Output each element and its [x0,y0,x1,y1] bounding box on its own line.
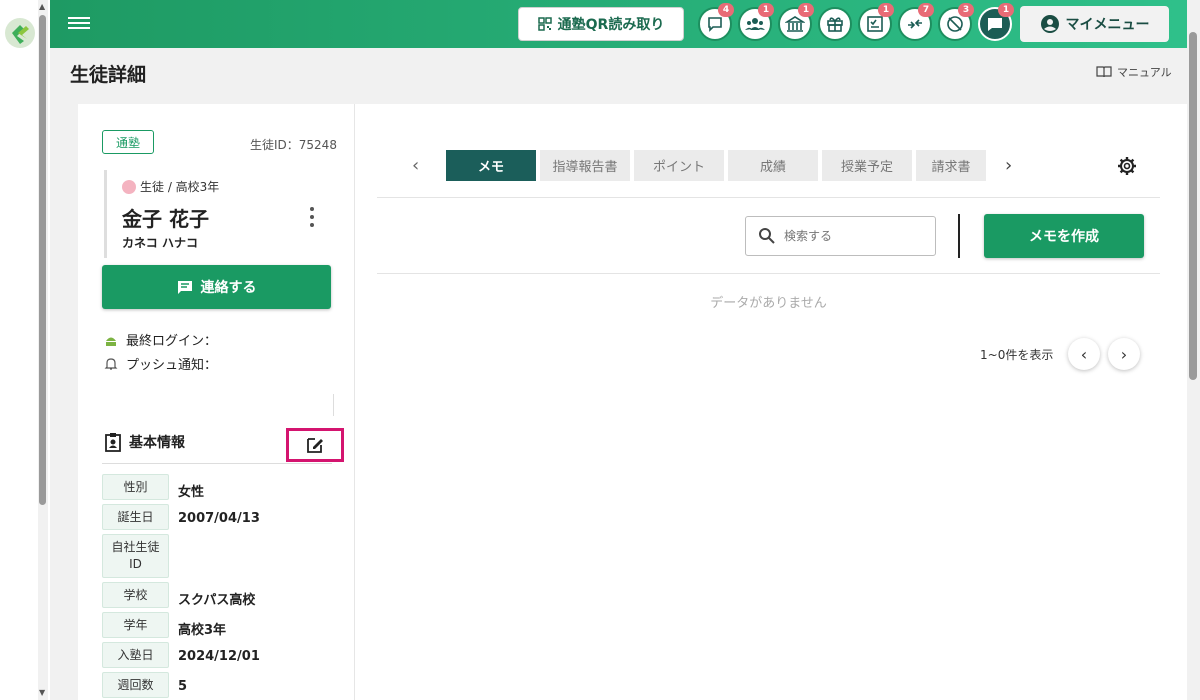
bell-icon [104,357,118,370]
info-label: 学校 [102,582,169,608]
sidebar-scrollbar[interactable]: ▲ ▼ [38,0,48,700]
qr-scan-button[interactable]: 通塾QR読み取り [518,7,684,41]
student-role-label: 生徒 / 高校3年 [140,180,220,194]
search-input[interactable] [784,229,914,243]
qr-scan-label: 通塾QR読み取り [557,17,665,33]
page-title: 生徒詳細 [70,64,147,86]
info-label: 誕生日 [102,504,169,530]
profile-accent-bar [104,170,107,258]
prev-page-button[interactable]: ‹ [1068,338,1100,370]
manual-link[interactable]: マニュアル [1096,64,1172,80]
tab-guidance-report[interactable]: 指導報告書 [540,150,630,181]
divider [377,273,1160,274]
search-field[interactable] [745,216,936,256]
last-login-label: 最終ログイン： [126,334,218,349]
tab-prev-icon[interactable]: ‹ [412,155,419,176]
tab-points[interactable]: ポイント [634,150,724,181]
push-notification-label: プッシュ通知： [126,358,218,373]
info-label: 入塾日 [102,642,169,668]
student-kana: カネコ ハナコ [122,236,198,250]
student-id: 生徒ID：75248 [250,138,337,152]
android-icon [106,337,116,346]
manual-label: マニュアル [1117,66,1172,79]
section-divider [102,463,332,464]
next-page-button[interactable]: › [1108,338,1140,370]
basic-info-title: 基本情報 [129,435,185,451]
notification-badge: 7 [918,3,934,17]
gear-icon[interactable] [1116,155,1138,181]
female-avatar-icon [122,179,136,194]
edit-basic-info-button[interactable] [286,428,344,462]
my-menu-button[interactable]: マイメニュー [1020,6,1169,42]
contact-label: 連絡する [200,280,257,296]
search-icon [759,228,775,244]
edit-icon [307,438,323,453]
more-vert-icon[interactable] [306,207,318,227]
message-icon [177,281,192,294]
message-icon[interactable]: 1 [978,3,1014,41]
checklist-icon[interactable]: 1 [858,3,894,41]
tab-memo[interactable]: メモ [446,150,536,181]
hamburger-menu-icon[interactable] [68,14,90,34]
create-memo-button[interactable]: メモを作成 [984,214,1144,258]
qr-code-icon [537,17,552,31]
info-value: 2024/12/01 [178,649,260,664]
my-menu-label: マイメニュー [1065,17,1150,33]
divider [333,394,334,416]
info-value: 女性 [178,485,205,500]
info-value: 2007/04/13 [178,511,260,526]
push-notification-row: プッシュ通知： [104,354,217,373]
book-icon [1096,66,1112,78]
student-name: 金子 花子 [122,207,209,231]
status-badge: 通塾 [102,130,154,154]
info-label: 週回数 [102,672,169,698]
last-login-row: 最終ログイン： [104,330,217,349]
notification-badge: 4 [718,3,734,17]
pagination-count: 1~0件を表示 [980,348,1054,362]
tab-next-icon[interactable]: › [1005,155,1012,176]
app-logo[interactable] [5,18,35,48]
notification-badge: 1 [998,3,1014,17]
tab-class-schedule[interactable]: 授業予定 [822,150,912,181]
notification-badge: 1 [798,3,814,17]
tab-grades[interactable]: 成績 [728,150,818,181]
info-value: 5 [178,679,188,694]
divider [377,197,1160,198]
notification-badge: 1 [758,3,774,17]
gift-icon[interactable] [818,7,852,41]
transfer-arrows-icon[interactable]: 7 [898,3,934,41]
student-role: 生徒 / 高校3年 [122,178,219,195]
info-label: 学年 [102,612,169,638]
info-value: スクパス高校 [178,593,256,608]
info-label: 自社生徒ID [102,534,169,578]
info-label: 性別 [102,474,169,500]
contact-card-icon [105,433,121,452]
notification-badge: 1 [878,3,894,17]
divider [958,214,960,258]
tab-invoice[interactable]: 請求書 [916,150,986,181]
chat-bubble-icon[interactable]: 4 [698,3,734,41]
basic-info-heading: 基本情報 [104,432,185,452]
notification-badge: 3 [958,3,974,17]
group-icon[interactable]: 1 [738,3,774,41]
no-location-icon[interactable]: 3 [938,3,974,41]
empty-state-text: データがありません [710,296,827,311]
contact-button[interactable]: 連絡する [102,265,331,309]
info-value: 高校3年 [178,623,227,638]
school-icon[interactable]: 1 [778,3,814,41]
page-scrollbar[interactable] [1187,0,1200,700]
tab-content-panel [355,104,1187,700]
account-circle-icon [1040,15,1059,33]
